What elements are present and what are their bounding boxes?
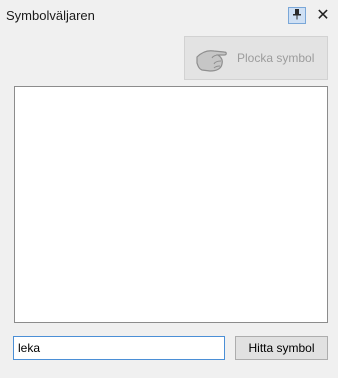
pick-symbol-label: Plocka symbol [237,51,315,65]
find-symbol-label: Hitta symbol [248,341,315,355]
pin-button[interactable] [288,7,306,24]
hand-pointer-icon [193,41,235,75]
panel-title: Symbolväljaren [6,7,95,23]
pin-icon [292,8,302,23]
close-button[interactable]: ✕ [313,5,333,25]
find-symbol-button[interactable]: Hitta symbol [235,336,328,360]
symbol-display-area[interactable] [14,86,328,323]
symbol-search-input[interactable] [13,336,225,360]
close-icon: ✕ [316,7,330,24]
symbol-picker-panel: Symbolväljaren ✕ Plocka symbol Hitta sym… [0,0,338,378]
pick-symbol-button[interactable]: Plocka symbol [184,36,328,80]
